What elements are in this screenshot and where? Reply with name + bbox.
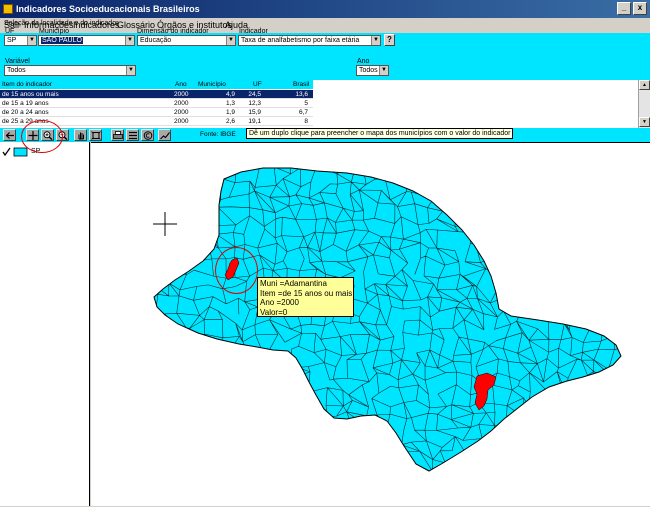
selection-section-title: Seleção da localidade e do indicador [4, 20, 119, 27]
layer-panel: SP [0, 142, 90, 506]
zoom-extent-icon[interactable] [89, 129, 102, 141]
indicator-table: Item do indicador Ano Município UF Brasi… [0, 80, 638, 128]
table-row[interactable]: de 25 a 29 anos 2000 2,6 19,1 8 [0, 117, 313, 126]
cell-brasil: 8 [304, 118, 308, 125]
map-info-tooltip: Muni =Adamantina Item =de 15 anos ou mai… [257, 277, 354, 317]
cell-brasil: 13,6 [295, 91, 308, 98]
table-row[interactable]: de 15 anos ou mais 2000 4,9 24,5 13,6 [0, 90, 313, 99]
scroll-down-icon[interactable]: ▼ [639, 117, 650, 127]
layer-checkbox-icon[interactable] [2, 147, 28, 157]
uf-label: UF [5, 28, 15, 35]
municipio-select[interactable]: SAO PAULO ▼ [38, 35, 135, 46]
back-arrow-icon[interactable] [3, 129, 16, 141]
cell-ano: 2000 [174, 100, 189, 107]
cell-municipio: 2,6 [225, 118, 235, 125]
cell-municipio: 1,9 [225, 109, 235, 116]
cell-municipio: 1,3 [225, 100, 235, 107]
tooltip-ano: Ano =2000 [260, 298, 299, 307]
municipio-label: Município [39, 28, 69, 35]
tooltip-valor: Valor=0 [260, 307, 288, 317]
list-icon[interactable] [126, 129, 139, 141]
uf-value: SP [7, 37, 17, 44]
cell-item: de 20 a 24 anos [2, 109, 49, 116]
indicador-label: Indicador [239, 28, 268, 35]
municipio-value: SAO PAULO [41, 37, 83, 44]
crosshair-icon[interactable] [26, 129, 39, 141]
cell-uf: 24,5 [248, 91, 261, 98]
zoom-in-icon[interactable] [41, 129, 54, 141]
layer-name: SP [31, 148, 41, 155]
ano-value: Todos [359, 67, 378, 74]
cursor-crosshair-icon [153, 212, 177, 236]
hand-pan-icon[interactable] [74, 129, 87, 141]
minimize-button[interactable]: _ [617, 2, 631, 15]
header-ano: Ano [175, 81, 187, 88]
ano-label: Ano [357, 58, 370, 65]
uf-dropdown-arrow-icon[interactable]: ▼ [27, 36, 36, 45]
indicador-select[interactable]: Taxa de analfabetismo por faixa etária ▼ [238, 35, 381, 46]
cell-brasil: 5 [304, 100, 308, 107]
source-label: Fonte: IBGE [200, 131, 236, 138]
dimensao-value: Educação [140, 37, 172, 44]
sao-paulo-map[interactable] [91, 143, 650, 507]
cell-uf: 15,9 [248, 109, 261, 116]
tooltip-muni: Muni =Adamantina [260, 279, 327, 288]
copyright-icon[interactable] [141, 129, 154, 141]
print-icon[interactable] [111, 129, 124, 141]
dimensao-select[interactable]: Educação ▼ [137, 35, 236, 46]
dimensao-dropdown-arrow-icon[interactable]: ▼ [226, 36, 235, 45]
header-brasil: Brasil [293, 81, 310, 88]
cell-brasil: 6,7 [298, 109, 308, 116]
cell-item: de 25 a 29 anos [2, 118, 49, 125]
cell-uf: 12,3 [248, 100, 261, 107]
ano-select[interactable]: Todos ▼ [356, 65, 389, 76]
line-chart-icon[interactable] [158, 129, 171, 141]
close-button[interactable]: x [633, 2, 647, 15]
table-header: Item do indicador Ano Município UF Brasi… [0, 80, 313, 89]
tooltip-item: Item =de 15 anos ou mais [260, 288, 353, 298]
hint-tooltip: Dê um duplo clique para preencher o mapa… [246, 128, 514, 139]
variavel-dropdown-arrow-icon[interactable]: ▼ [126, 66, 135, 75]
variavel-value: Todos [7, 67, 26, 74]
variavel-label: Variável [5, 58, 30, 65]
cell-ano: 2000 [174, 118, 189, 125]
title-bar: Indicadores Socioeducacionais Brasileiro… [0, 0, 650, 18]
indicador-dropdown-arrow-icon[interactable]: ▼ [371, 36, 380, 45]
header-municipio: Município [198, 81, 226, 88]
cell-uf: 19,1 [248, 118, 261, 125]
app-icon [3, 4, 13, 14]
cell-ano: 2000 [174, 91, 189, 98]
ano-dropdown-arrow-icon[interactable]: ▼ [379, 66, 388, 75]
zoom-out-icon[interactable] [56, 129, 69, 141]
header-item: Item do indicador [2, 81, 52, 88]
dimensao-label: Dimensão do indicador [137, 28, 209, 35]
cell-municipio: 4,9 [225, 91, 235, 98]
table-scrollbar[interactable]: ▲ ▼ [638, 80, 650, 128]
scroll-up-icon[interactable]: ▲ [639, 80, 650, 90]
header-uf: UF [253, 81, 262, 88]
uf-select[interactable]: SP ▼ [4, 35, 37, 46]
table-row[interactable]: de 15 a 19 anos 2000 1,3 12,3 5 [0, 99, 313, 108]
municipio-dropdown-arrow-icon[interactable]: ▼ [125, 36, 134, 45]
table-row[interactable]: de 20 a 24 anos 2000 1,9 15,9 6,7 [0, 108, 313, 117]
variavel-select[interactable]: Todos ▼ [4, 65, 136, 76]
cell-ano: 2000 [174, 109, 189, 116]
cell-item: de 15 anos ou mais [2, 91, 59, 98]
indicador-value: Taxa de analfabetismo por faixa etária [241, 37, 360, 44]
cell-item: de 15 a 19 anos [2, 100, 49, 107]
map-canvas[interactable] [91, 142, 650, 506]
help-button[interactable]: ? [384, 34, 395, 46]
window-title: Indicadores Socioeducacionais Brasileiro… [16, 4, 200, 14]
